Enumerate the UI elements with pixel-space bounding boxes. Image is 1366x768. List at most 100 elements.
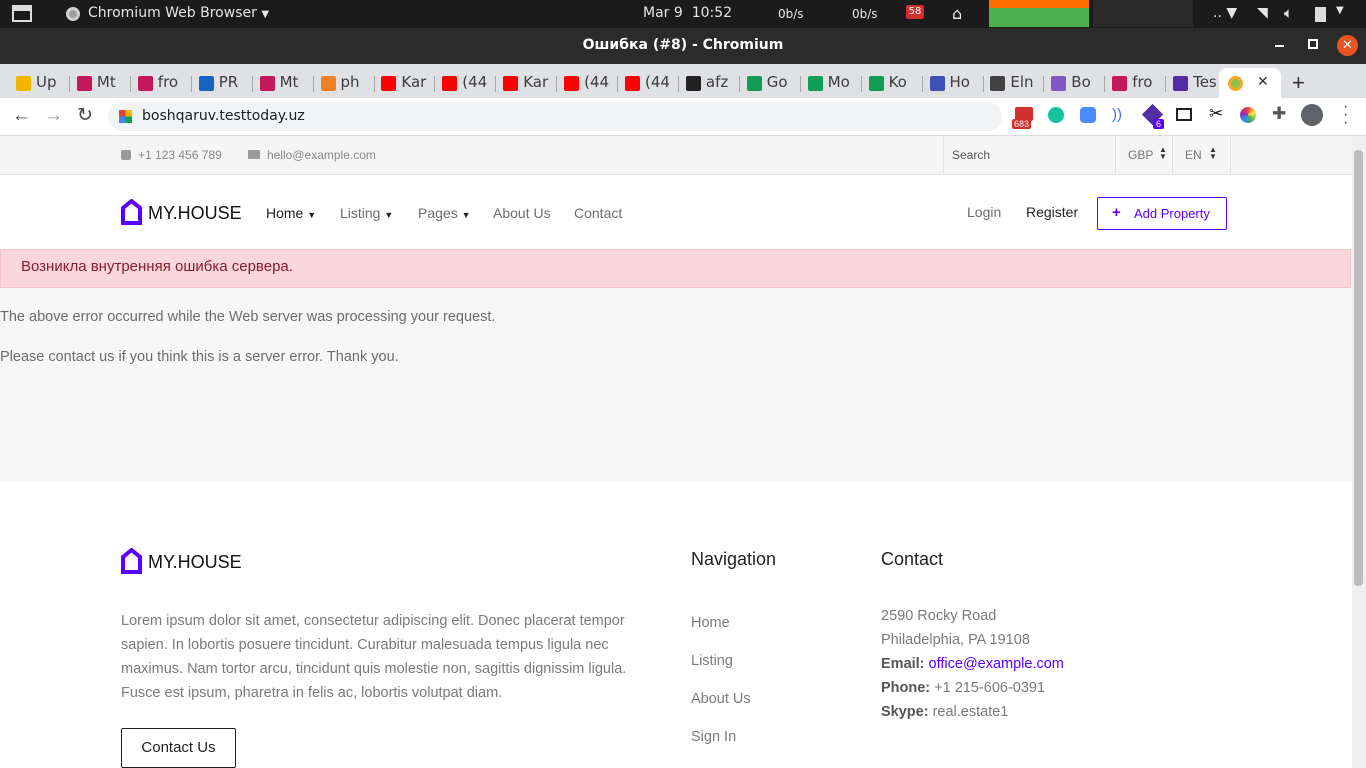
tab-favicon-icon [381, 76, 397, 91]
skype-label: Skype: [881, 704, 929, 720]
email-row: Email: office@example.com [881, 656, 1064, 672]
tab-strip: Up Mt fro PR Mt ph Kar (44 Kar (44 (44 afz Go Mo Ko Ho E… [0, 64, 1366, 98]
home-icon[interactable]: ⌂ [952, 4, 962, 23]
browser-tab[interactable]: Mt [71, 68, 131, 98]
browser-tab[interactable]: Bo [1045, 68, 1106, 98]
search-field[interactable]: Search [943, 136, 1116, 175]
tab-label: fro [1132, 73, 1153, 91]
clock[interactable]: Mar 9 10:52 [643, 5, 732, 21]
zoom-extension-icon[interactable] [1080, 107, 1096, 123]
browser-tab[interactable]: Eln [984, 68, 1045, 98]
footer-link-listing[interactable]: Listing [691, 653, 733, 669]
activities-icon[interactable] [12, 5, 32, 22]
phone-value: +1 215-606-0391 [934, 680, 1046, 696]
tray-more[interactable]: .. ▼ [1213, 5, 1237, 21]
chrome-menu-icon[interactable]: · · · [1343, 99, 1348, 131]
email-link[interactable]: office@example.com [929, 656, 1064, 672]
error-alert: Возникла внутренняя ошибка сервера. [0, 249, 1351, 288]
minimize-button[interactable] [1275, 45, 1284, 47]
browser-tab[interactable]: afz [680, 68, 740, 98]
menu-home[interactable]: Home ▼ [266, 205, 316, 221]
tab-label: (44 [584, 73, 610, 91]
browser-tab[interactable]: Mo [802, 68, 862, 98]
browser-tab[interactable]: fro [1106, 68, 1167, 98]
browser-tab[interactable]: Ko [863, 68, 923, 98]
browser-tab[interactable]: Kar [497, 68, 558, 98]
back-icon[interactable]: ← [12, 105, 31, 127]
grammarly-icon[interactable] [1048, 107, 1064, 123]
skype-row: Skype: real.estate1 [881, 704, 1008, 720]
maximize-button[interactable] [1308, 39, 1318, 49]
browser-tab[interactable]: PR [193, 68, 253, 98]
currency-select[interactable]: GBP ▲ ▼ [1116, 136, 1173, 175]
volume-icon[interactable]: 🔈︎ [1284, 4, 1293, 22]
menu-listing[interactable]: Listing ▼ [340, 205, 393, 221]
login-link[interactable]: Login [967, 204, 1001, 220]
tab-label: Kar [523, 73, 549, 91]
browser-tab[interactable]: (44 [436, 68, 497, 98]
menu-about[interactable]: About Us [493, 205, 551, 221]
browser-tab[interactable]: Ho [924, 68, 984, 98]
extensions-puzzle-icon[interactable]: ✚ [1272, 104, 1286, 124]
color-picker-icon[interactable] [1240, 107, 1256, 123]
tab-favicon-icon [1051, 76, 1067, 91]
top-info-bar: +1 123 456 789 hello@example.com Search … [0, 136, 1352, 175]
error-alert-text: Возникла внутренняя ошибка сервера. [21, 258, 293, 275]
search-label: Search [952, 148, 991, 162]
close-window-button[interactable]: ✕ [1337, 35, 1358, 56]
browser-tab[interactable]: Mt [254, 68, 314, 98]
footer-link-home[interactable]: Home [691, 615, 730, 631]
tab-separator [373, 76, 375, 92]
phone-label: Phone: [881, 680, 931, 696]
contact-us-button[interactable]: Contact Us [121, 728, 236, 768]
top-email: hello@example.com [267, 148, 376, 162]
browser-tab[interactable]: (44 [558, 68, 619, 98]
tab-separator [921, 76, 923, 92]
os-top-bar: Chromium Web Browser ▼ Mar 9 10:52 0b/s … [0, 0, 1366, 28]
active-tab[interactable]: ✕ [1219, 68, 1281, 98]
register-link[interactable]: Register [1026, 204, 1078, 220]
skype-value: real.estate1 [932, 704, 1009, 720]
tab-favicon-icon [685, 76, 701, 91]
browser-tab[interactable]: Up [10, 68, 70, 98]
browser-tab[interactable]: (44 [619, 68, 679, 98]
clock-date: Mar 9 [643, 5, 683, 21]
close-tab-icon[interactable]: ✕ [1257, 73, 1269, 90]
browser-tab[interactable]: Kar [375, 68, 436, 98]
browser-tab[interactable]: fro [132, 68, 192, 98]
tab-favicon-icon [198, 76, 214, 91]
menu-listing-label: Listing [340, 205, 381, 221]
reload-icon[interactable]: ↻ [77, 104, 93, 127]
main-navigation: MY.HOUSE Home ▼ Listing ▼ Pages ▼ About … [0, 175, 1352, 251]
footer-link-about[interactable]: About Us [691, 691, 751, 707]
omnibox[interactable]: boshqaruv.testtoday.uz [108, 102, 1002, 131]
footer-brand-name: MY.HOUSE [148, 552, 242, 572]
tab-favicon-icon [442, 76, 458, 91]
read-aloud-icon[interactable]: )) [1112, 106, 1122, 123]
menu-home-label: Home [266, 205, 304, 221]
battery-icon[interactable] [1315, 7, 1326, 22]
forward-icon[interactable]: → [44, 105, 63, 127]
scrollbar-thumb[interactable] [1354, 150, 1363, 586]
tab-label: afz [705, 73, 729, 91]
tab-separator [1043, 76, 1045, 92]
menu-contact[interactable]: Contact [574, 205, 622, 221]
menu-pages[interactable]: Pages ▼ [418, 205, 471, 221]
caret-down-icon: ▼ [384, 210, 394, 220]
new-tab-button[interactable]: + [1292, 70, 1305, 96]
app-menu[interactable]: Chromium Web Browser ▼ [88, 5, 269, 21]
tab-label: (44 [645, 73, 670, 91]
tab-favicon-icon [564, 76, 580, 91]
tab-favicon-icon [990, 76, 1006, 91]
browser-tab[interactable]: ph [315, 68, 375, 98]
picture-in-picture-icon[interactable] [1176, 108, 1192, 121]
tab-separator [190, 76, 192, 92]
add-property-button[interactable]: + Add Property [1097, 197, 1227, 230]
language-select[interactable]: EN ▲ ▼ [1173, 136, 1231, 175]
wifi-icon[interactable]: ◥ [1257, 5, 1268, 21]
profile-avatar-icon[interactable] [1301, 104, 1323, 126]
footer-link-sign-in[interactable]: Sign In [691, 729, 736, 745]
clip-extension-icon[interactable]: ✂ [1209, 104, 1223, 124]
browser-tab[interactable]: Go [741, 68, 801, 98]
power-menu-icon[interactable]: ▼ [1336, 5, 1344, 16]
